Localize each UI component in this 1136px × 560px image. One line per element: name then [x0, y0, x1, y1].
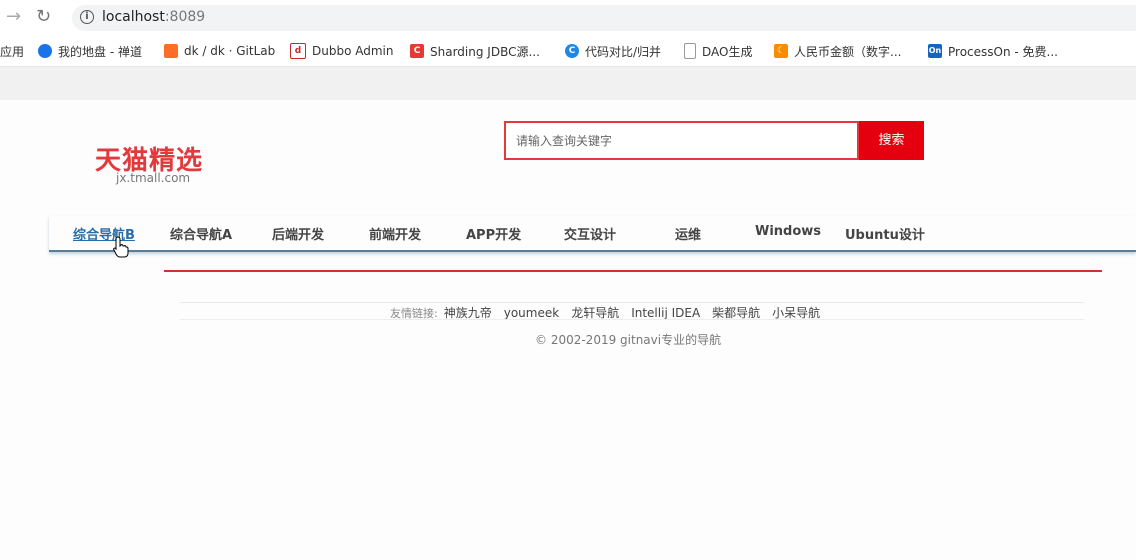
bookmark-dubbo[interactable]: d Dubbo Admin [290, 42, 393, 60]
moon-icon: ☾ [774, 44, 788, 58]
bookmark-label: DAO生成 [702, 44, 753, 59]
footer-bottom-border [180, 319, 1084, 320]
globe-icon [38, 44, 52, 58]
bookmark-compare[interactable]: C 代码对比/归并 [565, 42, 661, 60]
nav-item-app[interactable]: APP开发 [466, 224, 521, 243]
nav-item-backend[interactable]: 后端开发 [272, 224, 324, 243]
search-box [504, 121, 859, 160]
logo-subtitle: jx.tmall.com [116, 171, 191, 185]
bookmark-gitlab[interactable]: dk / dk · GitLab [164, 42, 275, 60]
bookmark-label: dk / dk · GitLab [184, 44, 276, 58]
nav-item-ops[interactable]: 运维 [675, 224, 701, 243]
nav-item-interaction[interactable]: 交互设计 [564, 224, 616, 243]
page-top-strip [0, 67, 1136, 100]
reload-icon[interactable]: ↻ [36, 7, 51, 27]
main-nav: 综合导航B 综合导航A 后端开发 前端开发 APP开发 交互设计 运维 Wind… [49, 216, 1136, 252]
url-text: localhost:8089 [102, 9, 205, 25]
nav-item-a[interactable]: 综合导航A [170, 224, 232, 243]
bookmark-label: Dubbo Admin [312, 44, 394, 58]
info-icon[interactable]: i [80, 10, 94, 24]
bookmark-sharding[interactable]: C Sharding JDBC源... [410, 42, 540, 60]
bookmark-label: Sharding JDBC源... [430, 44, 540, 59]
hand-cursor-icon [113, 236, 129, 258]
processon-icon: On [928, 44, 942, 58]
browser-toolbar: → ↻ i localhost:8089 [0, 0, 1136, 36]
footer-top-border [180, 302, 1084, 303]
search-button[interactable]: 搜索 [859, 121, 924, 160]
forward-icon[interactable]: → [6, 7, 21, 27]
bookmark-label: 我的地盘 - 禅道 [58, 44, 142, 59]
bookmark-label: 人民币金额（数字... [794, 44, 902, 59]
url-host: localhost [102, 9, 165, 25]
url-port: :8089 [164, 9, 206, 25]
bookmark-apps[interactable]: 应用 [0, 42, 24, 60]
friend-link[interactable]: youmeek [504, 306, 559, 320]
nav-item-ubuntu[interactable]: Ubuntu设计 [845, 224, 925, 243]
bookmark-label: 应用 [0, 44, 25, 59]
bookmarks-bar: 应用 我的地盘 - 禅道 dk / dk · GitLab d Dubbo Ad… [0, 36, 1136, 67]
copyright: © 2002-2019 gitnavi专业的导航 [535, 333, 722, 347]
bookmark-processon[interactable]: On ProcessOn - 免费... [928, 42, 1058, 60]
bookmark-dao[interactable]: DAO生成 [684, 42, 752, 60]
bookmark-zentao[interactable]: 我的地盘 - 禅道 [38, 42, 142, 60]
content-divider [164, 270, 1102, 272]
sharding-icon: C [410, 44, 424, 58]
page-icon [684, 43, 696, 59]
search-input[interactable] [514, 123, 848, 158]
address-bar[interactable]: i localhost:8089 [72, 5, 1136, 31]
bookmark-label: ProcessOn - 免费... [948, 44, 1058, 59]
dubbo-icon: d [290, 43, 306, 59]
nav-item-windows[interactable]: Windows [755, 224, 821, 239]
bookmark-label: 代码对比/归并 [585, 44, 662, 59]
gitlab-icon [164, 44, 178, 58]
bookmark-rmb[interactable]: ☾ 人民币金额（数字... [774, 42, 901, 60]
compare-icon: C [565, 44, 579, 58]
friend-link[interactable]: Intellij IDEA [631, 306, 700, 320]
nav-item-frontend[interactable]: 前端开发 [369, 224, 421, 243]
